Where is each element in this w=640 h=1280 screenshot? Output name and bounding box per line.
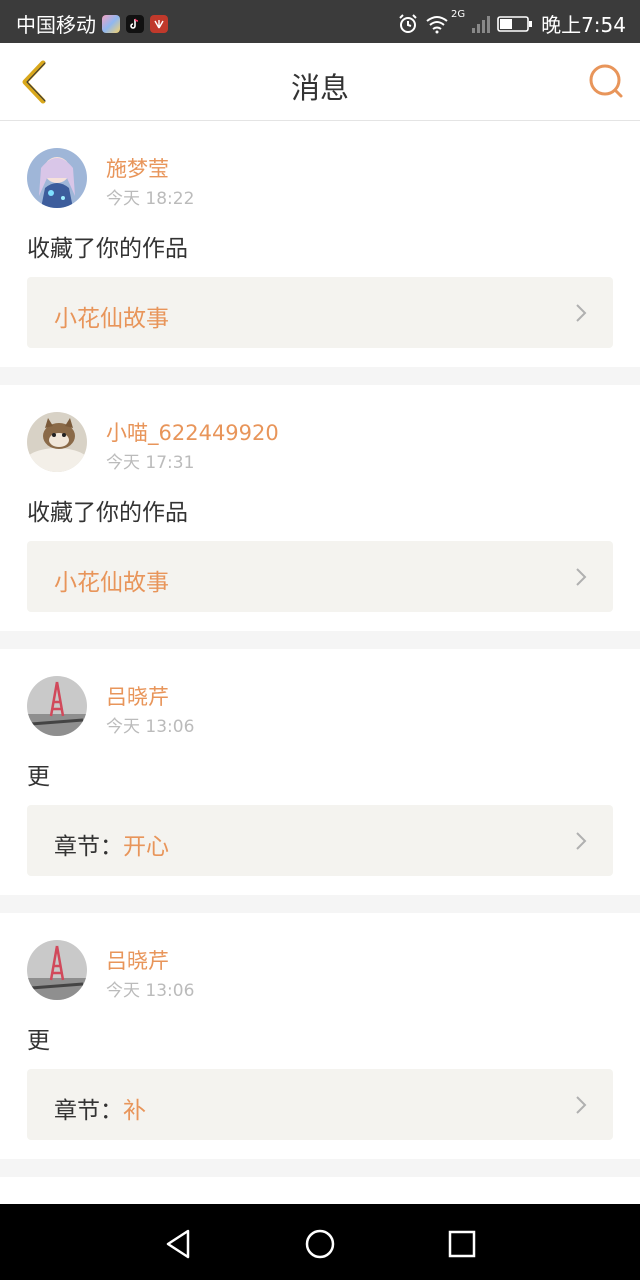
status-left: 中国移动 [16, 9, 168, 38]
work-text: 章节：开心 [54, 827, 169, 861]
work-prefix: 章节： [54, 834, 123, 860]
message-action: 收藏了你的作品 [27, 500, 188, 526]
app-icon-1 [102, 14, 120, 33]
status-bar: 中国移动 2G 晚上7:54 [0, 0, 640, 43]
message-card: 吕晓芹 今天 13:06 更 章节：补 [0, 913, 640, 1159]
user-name[interactable]: 吕晓芹 [106, 681, 169, 711]
search-icon [589, 64, 623, 98]
nav-recents-button[interactable] [442, 1224, 482, 1264]
alarm-icon [399, 13, 417, 33]
message-card: 吕晓芹 今天 13:06 更 章节：开心 [0, 649, 640, 895]
work-link[interactable]: 章节：补 [27, 1069, 613, 1140]
wifi-icon [426, 15, 448, 33]
message-time: 今天 13:06 [106, 717, 195, 737]
status-right: 2G 晚上7:54 [391, 9, 626, 38]
page-title: 消息 [290, 71, 349, 105]
avatar[interactable] [27, 940, 87, 1000]
user-name[interactable]: 施梦莹 [106, 153, 169, 183]
nav-bar: 消息 [0, 43, 640, 121]
work-link[interactable]: 小花仙故事 [27, 277, 613, 348]
message-action: 更 [27, 1028, 50, 1054]
circle-home-icon [305, 1229, 335, 1259]
signal-icon [472, 15, 491, 33]
message-action: 收藏了你的作品 [27, 236, 188, 262]
work-text: 小花仙故事 [54, 563, 169, 597]
chevron-right-icon [576, 832, 587, 850]
network-type-label: 2G [450, 9, 466, 20]
work-prefix: 章节： [54, 1098, 123, 1124]
work-title: 补 [123, 1098, 146, 1124]
user-name[interactable]: 吕晓芹 [106, 945, 169, 975]
work-title: 开心 [123, 834, 169, 860]
message-action: 更 [27, 764, 50, 790]
square-recents-icon [448, 1230, 476, 1258]
triangle-back-icon [166, 1229, 190, 1259]
message-card: 施梦莹 今天 18:22 收藏了你的作品 小花仙故事 [0, 121, 640, 367]
work-title: 小花仙故事 [54, 570, 169, 596]
chevron-right-icon [576, 568, 587, 586]
message-time: 今天 13:06 [106, 981, 195, 1001]
tiktok-icon [126, 14, 144, 33]
message-time: 今天 18:22 [106, 189, 195, 209]
nav-home-button[interactable] [300, 1224, 340, 1264]
work-link[interactable]: 章节：开心 [27, 805, 613, 876]
search-button[interactable] [586, 61, 626, 101]
avatar[interactable] [27, 412, 87, 472]
huawei-icon [150, 14, 168, 33]
work-text: 小花仙故事 [54, 299, 169, 333]
avatar[interactable] [27, 148, 87, 208]
message-time: 今天 17:31 [106, 453, 195, 473]
chevron-right-icon [576, 304, 587, 322]
clock: 晚上7:54 [541, 13, 626, 37]
nav-back-button[interactable] [158, 1224, 198, 1264]
system-nav-bar [0, 1204, 640, 1280]
avatar[interactable] [27, 676, 87, 736]
message-feed: 施梦莹 今天 18:22 收藏了你的作品 小花仙故事 小喵_622449920 … [0, 121, 640, 1217]
work-title: 小花仙故事 [54, 306, 169, 332]
carrier-label: 中国移动 [16, 13, 96, 37]
work-link[interactable]: 小花仙故事 [27, 541, 613, 612]
chevron-right-icon [576, 1096, 587, 1114]
battery-icon [497, 15, 533, 32]
message-card: 小喵_622449920 今天 17:31 收藏了你的作品 小花仙故事 [0, 385, 640, 631]
work-text: 章节：补 [54, 1091, 146, 1125]
user-name[interactable]: 小喵_622449920 [106, 417, 279, 447]
